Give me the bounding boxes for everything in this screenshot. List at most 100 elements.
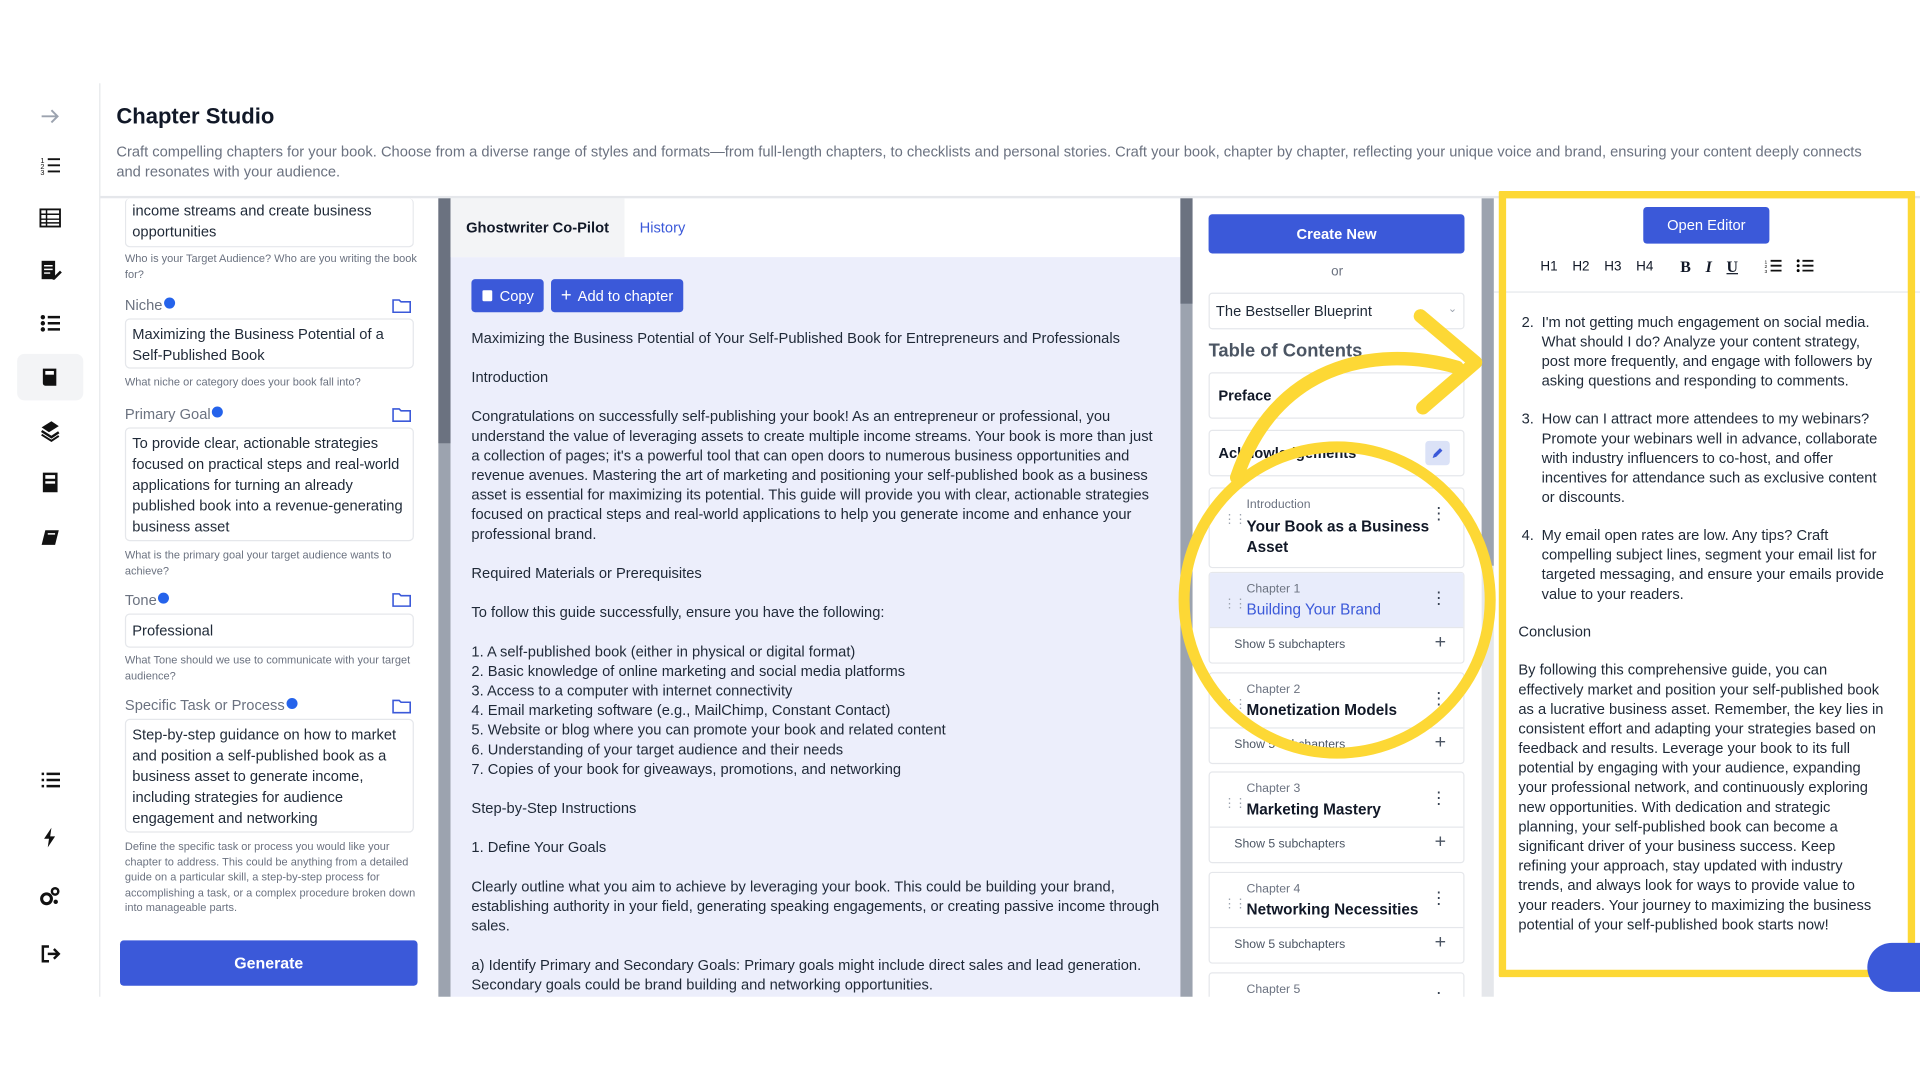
- more-options-icon[interactable]: ⋮: [1430, 888, 1447, 909]
- copilot-panel: Ghostwriter Co-Pilot History Copy + Add …: [450, 198, 1181, 997]
- book-details-form: income streams and create business oppor…: [100, 198, 439, 997]
- copy-label: Copy: [499, 287, 534, 305]
- info-icon[interactable]: [211, 406, 223, 418]
- toc-chapter-card[interactable]: ⋮⋮ Chapter 5 ⋮: [1208, 972, 1465, 997]
- create-new-button[interactable]: Create New: [1208, 214, 1465, 254]
- table-of-contents-panel: Create New or The Bestseller Blueprint ⌄…: [1192, 198, 1482, 997]
- chapter-title: Monetization Models: [1246, 701, 1398, 719]
- bolt-icon[interactable]: [17, 814, 83, 861]
- edit-pencil-icon[interactable]: [1425, 440, 1450, 466]
- blueprint-value: The Bestseller Blueprint: [1215, 302, 1372, 320]
- drag-handle-icon[interactable]: ⋮⋮: [1223, 797, 1246, 810]
- more-options-icon[interactable]: ⋮: [1430, 588, 1447, 609]
- toc-chapter-card[interactable]: ⋮⋮ Introduction Your Book as a Business …: [1208, 487, 1465, 569]
- show-subchapters-label: Show 5 subchapters: [1234, 937, 1346, 952]
- settings-gears-icon[interactable]: [17, 873, 83, 920]
- drag-handle-icon[interactable]: ⋮⋮: [1223, 598, 1246, 611]
- output-title: Maximizing the Business Potential of You…: [471, 329, 1120, 347]
- toc-chapter-card[interactable]: ⋮⋮ Chapter 3 Marketing Mastery ⋮ Show 5 …: [1208, 771, 1465, 864]
- toc-scrollbar-thumb[interactable]: [1481, 198, 1494, 566]
- show-subchapters-label: Show 5 subchapters: [1234, 738, 1346, 752]
- drag-handle-icon[interactable]: ⋮⋮: [1223, 898, 1246, 911]
- toc-chapter-card[interactable]: ⋮⋮ Chapter 4 Networking Necessities ⋮ Sh…: [1208, 871, 1465, 964]
- add-subchapter-icon[interactable]: +: [1435, 831, 1446, 853]
- svg-text:3: 3: [40, 168, 44, 177]
- copy-button[interactable]: Copy: [471, 279, 544, 313]
- highlight-frame: [1498, 191, 1916, 978]
- sidebar: 123: [0, 83, 101, 997]
- list-icon[interactable]: [17, 300, 83, 347]
- document-edit-icon[interactable]: [17, 247, 83, 294]
- primary-goal-field[interactable]: To provide clear, actionable strategies …: [124, 427, 414, 542]
- target-audience-field[interactable]: income streams and create business oppor…: [124, 198, 414, 248]
- chapter-number: Chapter 2: [1246, 683, 1301, 697]
- more-options-icon[interactable]: ⋮: [1430, 503, 1447, 524]
- more-options-icon[interactable]: ⋮: [1430, 988, 1447, 997]
- chapter-number: Chapter 5: [1246, 983, 1301, 997]
- numbered-list-icon[interactable]: 123: [17, 142, 83, 189]
- tab-ghostwriter-copilot[interactable]: Ghostwriter Co-Pilot: [450, 198, 625, 258]
- add-to-chapter-label: Add to chapter: [577, 287, 674, 305]
- niche-field[interactable]: Maximizing the Business Potential of a S…: [124, 318, 414, 369]
- form-scrollbar-thumb[interactable]: [438, 198, 451, 444]
- blueprint-select[interactable]: The Bestseller Blueprint ⌄: [1208, 292, 1465, 330]
- chapter-title: Marketing Mastery: [1246, 800, 1381, 818]
- arrow-right-icon[interactable]: [17, 93, 83, 140]
- folder-icon[interactable]: [392, 698, 412, 714]
- output-list: 1. A self-published book (either in phys…: [471, 642, 946, 778]
- tab-history[interactable]: History: [624, 198, 700, 257]
- folder-icon[interactable]: [392, 298, 412, 314]
- chapter-number: Chapter 3: [1246, 782, 1301, 796]
- menu-list-icon[interactable]: [17, 757, 83, 804]
- add-subchapter-icon[interactable]: +: [1435, 932, 1446, 954]
- copilot-scrollbar-thumb[interactable]: [1180, 198, 1193, 304]
- chevron-down-icon: ⌄: [1447, 302, 1458, 315]
- tone-hint: What Tone should we use to communicate w…: [124, 653, 411, 682]
- tone-label-text: Tone: [124, 591, 157, 609]
- acknowledgements-label: Acknowledgements: [1218, 444, 1357, 462]
- show-subchapters-row[interactable]: Show 5 subchapters +: [1209, 926, 1464, 963]
- drag-handle-icon[interactable]: ⋮⋮: [1223, 698, 1246, 711]
- add-subchapter-icon[interactable]: +: [1435, 632, 1446, 654]
- folder-icon[interactable]: [392, 407, 412, 423]
- output-heading: Introduction: [471, 368, 549, 386]
- toc-chapter-card[interactable]: ⋮⋮ Chapter 2 Monetization Models ⋮ Show …: [1208, 672, 1465, 765]
- show-subchapters-row[interactable]: Show 5 subchapters +: [1209, 826, 1464, 863]
- info-icon[interactable]: [163, 297, 175, 309]
- copilot-output: Maximizing the Business Potential of You…: [471, 328, 1164, 997]
- show-subchapters-row[interactable]: Show 5 subchapters +: [1209, 626, 1464, 663]
- notebook-icon[interactable]: [17, 514, 83, 561]
- chapter-number: Introduction: [1246, 498, 1311, 512]
- tone-field[interactable]: Professional: [124, 613, 414, 648]
- info-icon[interactable]: [157, 592, 170, 604]
- audience-hint: Who is your Target Audience? Who are you…: [124, 252, 417, 280]
- table-icon[interactable]: [17, 195, 83, 242]
- copilot-scrollbar[interactable]: [1180, 198, 1193, 997]
- drag-handle-icon[interactable]: ⋮⋮: [1223, 513, 1246, 526]
- generate-button[interactable]: Generate: [120, 940, 418, 986]
- specific-task-label: Specific Task or Process: [125, 697, 297, 714]
- chat-support-button[interactable]: [1867, 942, 1920, 992]
- toc-item-acknowledgements[interactable]: Acknowledgements: [1208, 429, 1465, 477]
- show-subchapters-label: Show 5 subchapters: [1234, 837, 1346, 852]
- output-heading: Step-by-Step Instructions: [471, 799, 637, 817]
- niche-hint: What niche or category does your book fa…: [124, 375, 361, 389]
- specific-task-field[interactable]: Step-by-step guidance on how to market a…: [124, 718, 414, 833]
- add-to-chapter-button[interactable]: + Add to chapter: [551, 279, 684, 313]
- primary-goal-label: Primary Goal: [125, 405, 223, 422]
- toc-chapter-card[interactable]: ⋮⋮ Chapter 1 Building Your Brand ⋮ Show …: [1208, 571, 1465, 664]
- output-paragraph: Clearly outline what you aim to achieve …: [471, 877, 1160, 935]
- add-subchapter-icon[interactable]: +: [1435, 732, 1446, 754]
- primary-goal-label-text: Primary Goal: [124, 405, 211, 423]
- info-icon[interactable]: [285, 697, 297, 709]
- archive-icon[interactable]: [17, 459, 83, 506]
- folder-icon[interactable]: [392, 591, 412, 607]
- toc-item-preface[interactable]: Preface: [1208, 372, 1465, 419]
- show-subchapters-row[interactable]: Show 5 subchapters +: [1209, 727, 1464, 763]
- more-options-icon[interactable]: ⋮: [1430, 787, 1447, 808]
- book-icon[interactable]: [17, 353, 84, 401]
- chapter-title: Networking Necessities: [1246, 901, 1419, 919]
- logout-icon[interactable]: [17, 931, 83, 978]
- more-options-icon[interactable]: ⋮: [1430, 688, 1447, 709]
- books-stack-icon[interactable]: [17, 407, 83, 454]
